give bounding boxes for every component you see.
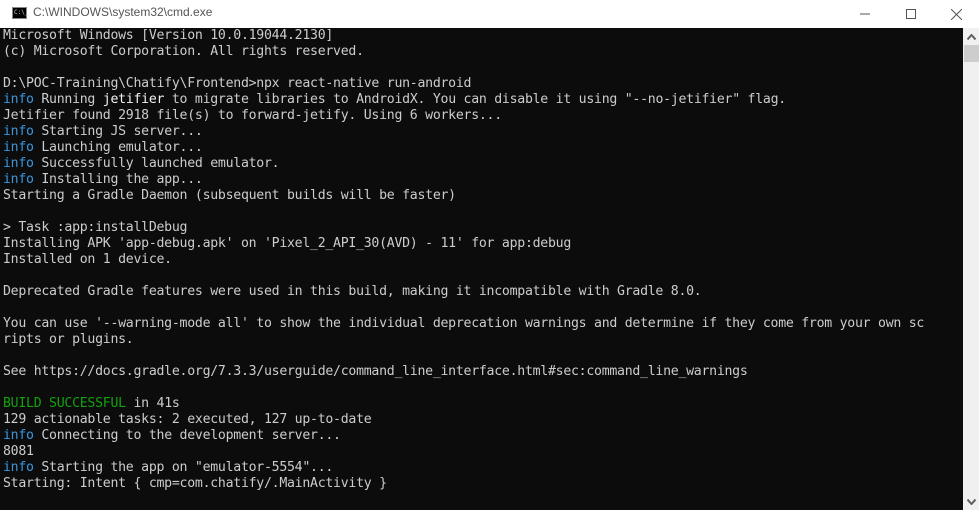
console-line: info Starting JS server... [3, 124, 924, 140]
console-line: info Launching emulator... [3, 140, 924, 156]
console-output[interactable]: Microsoft Windows [Version 10.0.19044.21… [0, 28, 963, 510]
console-text: You can use '--warning-mode all' to show… [3, 316, 925, 331]
maximize-icon [906, 9, 916, 19]
minimize-button[interactable] [842, 0, 888, 28]
console-line: info Successfully launched emulator. [3, 156, 924, 172]
console-line: BUILD SUCCESSFUL in 41s [3, 396, 924, 412]
info-tag: info [3, 428, 34, 443]
close-button[interactable] [933, 0, 979, 28]
vertical-scrollbar[interactable] [963, 28, 979, 510]
console-text: Installing the app... [33, 172, 203, 187]
console-line: > Task :app:installDebug [3, 220, 924, 236]
console-line: Deprecated Gradle features were used in … [3, 284, 924, 300]
console-text: Jetifier found 2918 file(s) to forward-j… [3, 108, 502, 123]
console-line: Installing APK 'app-debug.apk' on 'Pixel… [3, 236, 924, 252]
console-text: Connecting to the development server... [33, 428, 341, 443]
console-line: info Connecting to the development serve… [3, 428, 924, 444]
console-line: Starting a Gradle Daemon (subsequent bui… [3, 188, 924, 204]
console-text: 8081 [3, 444, 34, 459]
console-line: D:\POC-Training\Chatify\Frontend>npx rea… [3, 76, 924, 92]
console-text: Running [33, 92, 103, 107]
console-text: D:\POC-Training\Chatify\Frontend>npx rea… [3, 76, 472, 91]
chevron-up-icon [966, 33, 976, 40]
console-text: Starting: Intent { cmp=com.chatify/.Main… [3, 476, 387, 491]
console-line: Installed on 1 device. [3, 252, 924, 268]
window-title: C:\WINDOWS\system32\cmd.exe [33, 5, 213, 19]
console-line: Starting: Intent { cmp=com.chatify/.Main… [3, 476, 924, 492]
console-text: to migrate libraries to AndroidX. You ca… [164, 92, 786, 107]
console-text: Deprecated Gradle features were used in … [3, 284, 702, 299]
console-line: See https://docs.gradle.org/7.3.3/usergu… [3, 364, 924, 380]
close-icon [950, 8, 962, 20]
console-text: 129 actionable tasks: 2 executed, 127 up… [3, 412, 372, 427]
console-line: ripts or plugins. [3, 332, 924, 348]
info-tag: info [3, 156, 34, 171]
cmd-app-icon[interactable]: C:\_ [12, 7, 28, 19]
console-line: info Running jetifier to migrate librari… [3, 92, 924, 108]
console-text: > Task :app:installDebug [3, 220, 188, 235]
console-text: Starting JS server... [33, 124, 203, 139]
info-tag: info [3, 140, 34, 155]
console-line: Jetifier found 2918 file(s) to forward-j… [3, 108, 924, 124]
scroll-down-button[interactable] [963, 493, 979, 510]
console-text: Installing APK 'app-debug.apk' on 'Pixel… [3, 236, 571, 251]
minimize-icon [860, 13, 870, 15]
console-text: Launching emulator... [33, 140, 203, 155]
highlighted-text: jetifier [102, 92, 165, 107]
console-text: Installed on 1 device. [3, 252, 172, 267]
maximize-button[interactable] [888, 0, 934, 28]
console-line: 8081 [3, 444, 924, 460]
console-text: Successfully launched emulator. [33, 156, 280, 171]
scroll-up-button[interactable] [963, 28, 979, 45]
console-line: You can use '--warning-mode all' to show… [3, 316, 924, 332]
console-text: in 41s [125, 396, 180, 411]
console-lines: Microsoft Windows [Version 10.0.19044.21… [3, 28, 924, 492]
console-text: (c) Microsoft Corporation. All rights re… [3, 44, 364, 59]
info-tag: info [3, 172, 34, 187]
console-text: Starting the app on "emulator-5554"... [33, 460, 334, 475]
console-text: Starting a Gradle Daemon (subsequent bui… [3, 188, 456, 203]
info-tag: info [3, 92, 34, 107]
scroll-thumb[interactable] [964, 45, 979, 62]
console-text: Microsoft Windows [Version 10.0.19044.21… [3, 28, 334, 43]
console-text: ripts or plugins. [3, 332, 134, 347]
title-bar[interactable]: C:\_ C:\WINDOWS\system32\cmd.exe [0, 0, 979, 28]
info-tag: info [3, 124, 34, 139]
console-line: info Starting the app on "emulator-5554"… [3, 460, 924, 476]
console-line: info Installing the app... [3, 172, 924, 188]
build-status: BUILD SUCCESSFUL [3, 396, 126, 411]
info-tag: info [3, 460, 34, 475]
console-line: (c) Microsoft Corporation. All rights re… [3, 44, 924, 60]
console-line: Microsoft Windows [Version 10.0.19044.21… [3, 28, 924, 44]
console-line: 129 actionable tasks: 2 executed, 127 up… [3, 412, 924, 428]
console-text: See https://docs.gradle.org/7.3.3/usergu… [3, 364, 748, 379]
chevron-down-icon [966, 498, 976, 505]
